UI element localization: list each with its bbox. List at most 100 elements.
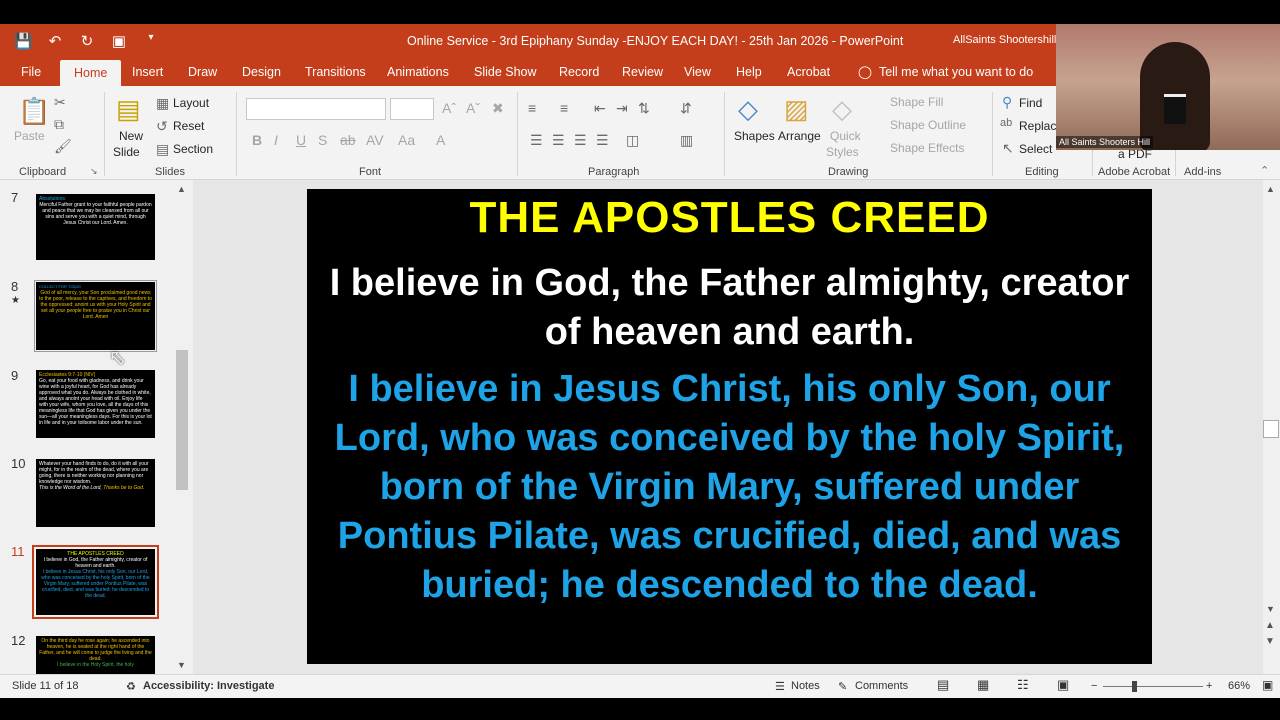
comments-button[interactable]: Comments	[855, 680, 908, 692]
font-size-input[interactable]	[390, 98, 434, 120]
tab-design[interactable]: Design	[242, 65, 281, 79]
quick-styles-icon[interactable]: ◇	[832, 94, 852, 125]
reset-button[interactable]: Reset	[173, 119, 204, 133]
quick-styles-button[interactable]: Quick	[830, 129, 861, 143]
account-name[interactable]: AllSaints Shootershill	[953, 34, 1056, 46]
shape-fill-button[interactable]: Shape Fill	[890, 95, 943, 109]
strikethrough-icon[interactable]: ab	[340, 132, 356, 148]
layout-button[interactable]: Layout	[173, 96, 209, 110]
tab-file[interactable]: File	[21, 65, 41, 79]
customize-qat-icon[interactable]: ▾	[142, 32, 160, 50]
accessibility-status[interactable]: Accessibility: Investigate	[143, 680, 274, 692]
increase-indent-icon[interactable]: ⇥	[616, 100, 628, 117]
zoom-slider[interactable]	[1103, 686, 1203, 687]
tab-acrobat[interactable]: Acrobat	[787, 65, 830, 79]
scroll-down-icon[interactable]: ▼	[1266, 604, 1275, 614]
redo-icon[interactable]: ↻	[78, 32, 96, 50]
align-right-icon[interactable]: ☰	[574, 132, 587, 149]
normal-view-icon[interactable]: ▤	[937, 677, 949, 693]
zoom-level[interactable]: 66%	[1228, 680, 1250, 692]
slide-title[interactable]: THE APOSTLES CREED	[307, 193, 1152, 243]
paste-icon[interactable]: 📋	[18, 96, 50, 127]
zoom-slider-thumb[interactable]	[1132, 681, 1137, 692]
slide-thumbnail-7[interactable]: Absolutions: Merciful Father grant to yo…	[36, 194, 155, 260]
slide-thumbnail-8[interactable]: COLLECT FOR TODAY God of all mercy, your…	[34, 280, 157, 352]
cut-icon[interactable]: ✂	[54, 94, 66, 111]
shapes-button[interactable]: Shapes	[734, 129, 775, 143]
scroll-down-icon[interactable]: ▼	[177, 660, 186, 670]
underline-icon[interactable]: U	[296, 132, 306, 148]
arrange-icon[interactable]: ▨	[784, 94, 809, 125]
shape-outline-button[interactable]: Shape Outline	[890, 118, 966, 132]
shadow-icon[interactable]: S	[318, 132, 327, 148]
arrange-button[interactable]: Arrange	[778, 129, 821, 143]
thumbnails-scroll-thumb[interactable]	[176, 350, 188, 490]
copy-icon[interactable]: ⧉	[54, 116, 64, 133]
clear-formatting-icon[interactable]: ✖	[492, 100, 504, 117]
slide-thumbnail-10[interactable]: Whatever your hand finds to do, do it wi…	[36, 459, 155, 527]
present-icon[interactable]: ▣	[110, 32, 128, 50]
slide-paragraph-2[interactable]: I believe in Jesus Christ, his only Son,…	[307, 365, 1152, 610]
align-center-icon[interactable]: ☰	[552, 132, 565, 149]
bullets-icon[interactable]: ≡	[528, 100, 536, 116]
paste-button[interactable]: Paste	[14, 129, 45, 143]
smartart-icon[interactable]: ▥	[680, 132, 693, 149]
decrease-indent-icon[interactable]: ⇤	[594, 100, 606, 117]
columns-icon[interactable]: ◫	[626, 132, 639, 149]
next-slide-icon[interactable]: ▼	[1265, 636, 1275, 647]
shapes-icon[interactable]: ◇	[738, 94, 758, 125]
italic-icon[interactable]: I	[274, 132, 278, 148]
slide-show-view-icon[interactable]: ▣	[1057, 677, 1069, 693]
tab-animations[interactable]: Animations	[387, 65, 449, 79]
slide-scroll-thumb[interactable]	[1263, 420, 1279, 438]
tab-insert[interactable]: Insert	[132, 65, 163, 79]
tab-view[interactable]: View	[684, 65, 711, 79]
text-direction-icon[interactable]: ⇵	[680, 100, 692, 117]
select-button[interactable]: Select	[1019, 142, 1052, 156]
tab-home[interactable]: Home	[60, 60, 122, 87]
numbering-icon[interactable]: ≡	[560, 100, 568, 116]
current-slide[interactable]: THE APOSTLES CREED I believe in God, the…	[307, 189, 1152, 664]
shape-effects-button[interactable]: Shape Effects	[890, 141, 965, 155]
slide-thumbnail-12[interactable]: On the third day he rose again; he ascen…	[36, 636, 155, 674]
new-slide-icon[interactable]: ▤	[116, 94, 141, 125]
section-button[interactable]: Section	[173, 142, 213, 156]
change-case-icon[interactable]: Aa	[398, 132, 415, 148]
slide-thumbnail-9[interactable]: Ecclesiastes 9:7-10 (NIV) Go, eat your f…	[36, 370, 155, 438]
dialog-launcher-icon[interactable]: ↘	[90, 166, 98, 177]
new-slide-button[interactable]: New	[119, 129, 143, 143]
notes-button[interactable]: Notes	[791, 680, 820, 692]
decrease-font-icon[interactable]: Aˇ	[466, 100, 480, 116]
justify-icon[interactable]: ☰	[596, 132, 609, 149]
slide-paragraph-1[interactable]: I believe in God, the Father almighty, c…	[307, 259, 1152, 357]
character-spacing-icon[interactable]: AV	[366, 132, 384, 148]
find-button[interactable]: Find	[1019, 96, 1042, 110]
line-spacing-icon[interactable]: ⇅	[638, 100, 650, 117]
format-painter-icon[interactable]: 🖌	[54, 138, 72, 155]
tab-slide-show[interactable]: Slide Show	[474, 65, 537, 79]
new-slide-dropdown[interactable]: Slide	[113, 145, 140, 159]
tab-record[interactable]: Record	[559, 65, 599, 79]
save-icon[interactable]: 💾	[14, 32, 33, 50]
collapse-ribbon-icon[interactable]: ⌃	[1260, 164, 1269, 177]
increase-font-icon[interactable]: Aˆ	[442, 100, 456, 116]
font-color-icon[interactable]: A	[436, 132, 445, 148]
reading-view-icon[interactable]: ☷	[1017, 677, 1029, 693]
slide-thumbnail-11[interactable]: THE APOSTLES CREED I believe in God, the…	[32, 545, 159, 619]
tab-help[interactable]: Help	[736, 65, 762, 79]
tab-draw[interactable]: Draw	[188, 65, 217, 79]
slide-sorter-icon[interactable]: ▦	[977, 677, 989, 693]
bold-icon[interactable]: B	[252, 132, 262, 148]
fit-to-window-icon[interactable]: ▣	[1262, 678, 1273, 692]
tab-transitions[interactable]: Transitions	[305, 65, 366, 79]
zoom-out-icon[interactable]: −	[1091, 680, 1097, 692]
undo-icon[interactable]: ↶	[46, 32, 64, 50]
previous-slide-icon[interactable]: ▲	[1265, 620, 1275, 631]
tell-me-search[interactable]: ◯ Tell me what you want to do	[858, 64, 1033, 79]
font-name-input[interactable]	[246, 98, 386, 120]
tab-review[interactable]: Review	[622, 65, 663, 79]
scroll-up-icon[interactable]: ▲	[177, 184, 186, 194]
align-left-icon[interactable]: ☰	[530, 132, 543, 149]
zoom-in-icon[interactable]: +	[1206, 680, 1212, 692]
scroll-up-icon[interactable]: ▲	[1266, 184, 1275, 194]
